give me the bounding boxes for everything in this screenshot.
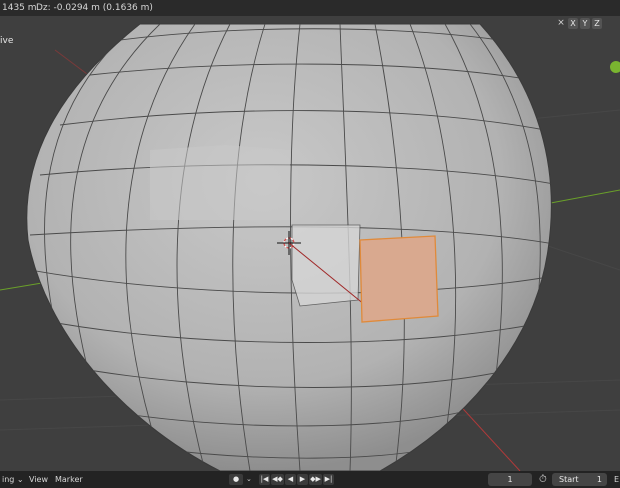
record-icon: ● — [232, 475, 240, 483]
current-frame-field[interactable]: 1 — [488, 473, 532, 486]
auto-keying-record-button[interactable]: ● — [229, 474, 243, 485]
playback-menu[interactable]: ing ⌄ — [2, 471, 24, 488]
current-frame-value: 1 — [507, 475, 513, 484]
navigation-gizmo-y-handle[interactable] — [610, 61, 620, 73]
selected-region-faces — [150, 145, 290, 220]
start-frame-label: Start — [559, 475, 579, 484]
mirror-y-button[interactable]: Y — [580, 18, 590, 29]
hole-faces — [291, 224, 361, 307]
chevron-down-icon: ⌄ — [16, 475, 24, 484]
3d-viewport[interactable]: ive ⨯ X Y Z — [0, 16, 620, 471]
play-button[interactable]: ▶ — [297, 474, 308, 485]
playback-menu-label: ing — [2, 475, 15, 484]
jump-to-end-button[interactable]: ▶| — [323, 474, 334, 485]
keying-chevron-icon[interactable]: ⌄ — [246, 471, 252, 488]
stopwatch-icon[interactable]: ⏱ — [539, 471, 547, 488]
delta-z-readout: Dz: -0.0294 m (0.1636 m) — [36, 3, 153, 13]
start-frame-value: 1 — [596, 475, 602, 484]
jump-to-start-button[interactable]: |◀ — [259, 474, 270, 485]
marker-menu[interactable]: Marker — [55, 471, 83, 488]
jump-to-next-keyframe-button[interactable]: ◆▶ — [309, 474, 322, 485]
end-frame-label[interactable]: E — [614, 471, 619, 488]
y-axis-line-right — [539, 189, 620, 206]
view-menu[interactable]: View — [29, 471, 48, 488]
mirror-x-button[interactable]: X — [568, 18, 578, 29]
jump-to-prev-keyframe-button[interactable]: ◀◆ — [271, 474, 284, 485]
viewport-header-status: 1435 m Dz: -0.0294 m (0.1636 m) — [0, 0, 620, 16]
timeline-header: ing ⌄ View Marker ● ⌄ |◀ ◀◆ ◀ ▶ ◆▶ ▶| 1 … — [0, 471, 620, 488]
mirror-axis-toolbar: ⨯ X Y Z — [556, 18, 602, 29]
play-reverse-button[interactable]: ◀ — [285, 474, 296, 485]
mesh-canvas[interactable] — [0, 16, 620, 471]
mirror-axis-icon[interactable]: ⨯ — [556, 18, 566, 29]
selected-face[interactable] — [359, 235, 439, 323]
delta-x-readout: 1435 m — [2, 3, 37, 13]
start-frame-field[interactable]: Start 1 — [552, 473, 607, 486]
viewport-mode-label: ive — [0, 36, 14, 46]
mirror-z-button[interactable]: Z — [592, 18, 602, 29]
